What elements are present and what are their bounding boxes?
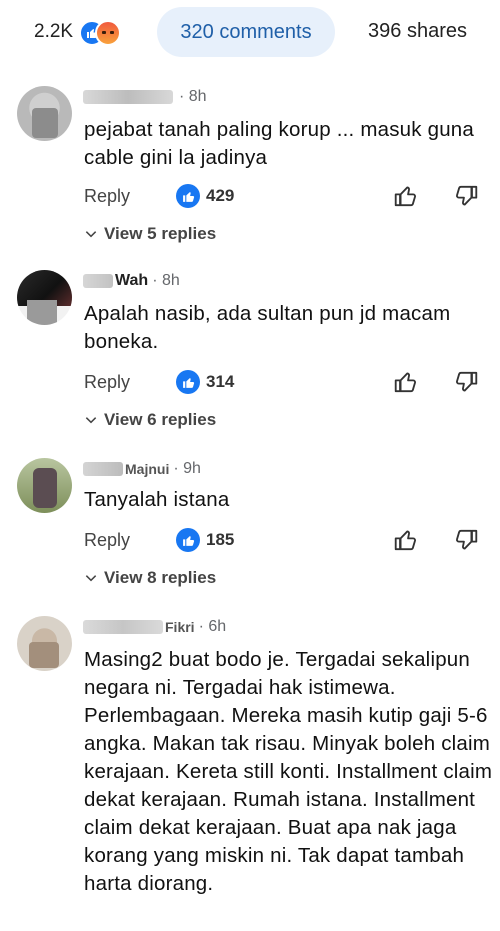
thumbs-up-icon[interactable] [393, 527, 419, 553]
blurred-author-name[interactable] [83, 90, 173, 104]
avatar[interactable] [17, 458, 72, 513]
comment-author-row: Wah · 8h [83, 272, 180, 290]
thumbs-down-icon[interactable] [453, 527, 479, 553]
comment-author[interactable]: Fikri [165, 619, 195, 635]
chevron-down-icon [85, 575, 97, 582]
comment-author-row: · 8h [83, 88, 207, 106]
reactions-summary[interactable]: 2.2K [34, 20, 122, 46]
blurred-author-name[interactable] [83, 274, 113, 288]
view-replies-link[interactable]: View 5 replies [84, 224, 216, 244]
comment-like-count[interactable]: 314 [176, 370, 234, 394]
avatar[interactable] [17, 86, 72, 141]
like-icon [176, 184, 200, 208]
chevron-down-icon [85, 417, 97, 424]
comment-text: pejabat tanah paling korup ... masuk gun… [84, 118, 474, 169]
thumbs-up-icon[interactable] [393, 369, 419, 395]
reply-button[interactable]: Reply [84, 372, 176, 393]
comment-actions: Reply 185 [84, 525, 484, 555]
view-replies-link[interactable]: View 6 replies [84, 410, 216, 430]
comment-text: Masing2 buat bodo je. Tergadai sekalipun… [84, 648, 493, 895]
like-icon [176, 370, 200, 394]
comment-actions: Reply 314 [84, 367, 484, 397]
avatar[interactable] [17, 270, 72, 325]
comment-author-row: Majnui · 9h [83, 460, 201, 478]
comment-like-count[interactable]: 429 [176, 184, 234, 208]
comment-actions: Reply 429 [84, 181, 484, 211]
angry-icon [95, 20, 122, 46]
thumbs-down-icon[interactable] [453, 183, 479, 209]
thumbs-down-icon[interactable] [453, 369, 479, 395]
comments-tab[interactable]: 320 comments [157, 7, 335, 57]
post-stats-bar: 2.2K 320 comments 396 shares [0, 0, 500, 64]
blurred-author-name[interactable] [83, 462, 123, 476]
comment-author[interactable]: Majnui [125, 461, 169, 477]
reply-button[interactable]: Reply [84, 186, 176, 207]
like-icon [176, 528, 200, 552]
thumbs-up-icon[interactable] [393, 183, 419, 209]
comment-author[interactable]: Wah [115, 272, 148, 290]
comment-time: · 6h [198, 618, 227, 635]
shares-count[interactable]: 396 shares [368, 20, 467, 43]
reply-button[interactable]: Reply [84, 530, 176, 551]
avatar[interactable] [17, 616, 72, 671]
view-replies-link[interactable]: View 8 replies [84, 568, 216, 588]
comment-author-row: Fikri · 6h [83, 618, 226, 636]
reaction-icons [79, 20, 122, 46]
reaction-count: 2.2K [34, 21, 74, 42]
blurred-author-name[interactable] [83, 620, 163, 634]
comment-time: · 8h [179, 88, 207, 105]
comment-time: · 8h [152, 272, 180, 289]
chevron-down-icon [85, 231, 97, 238]
comment-text: Apalah nasib, ada sultan pun jd macam bo… [84, 302, 451, 353]
comment-time: · 9h [173, 460, 201, 477]
comment-text: Tanyalah istana [84, 488, 230, 511]
comment-like-count[interactable]: 185 [176, 528, 234, 552]
